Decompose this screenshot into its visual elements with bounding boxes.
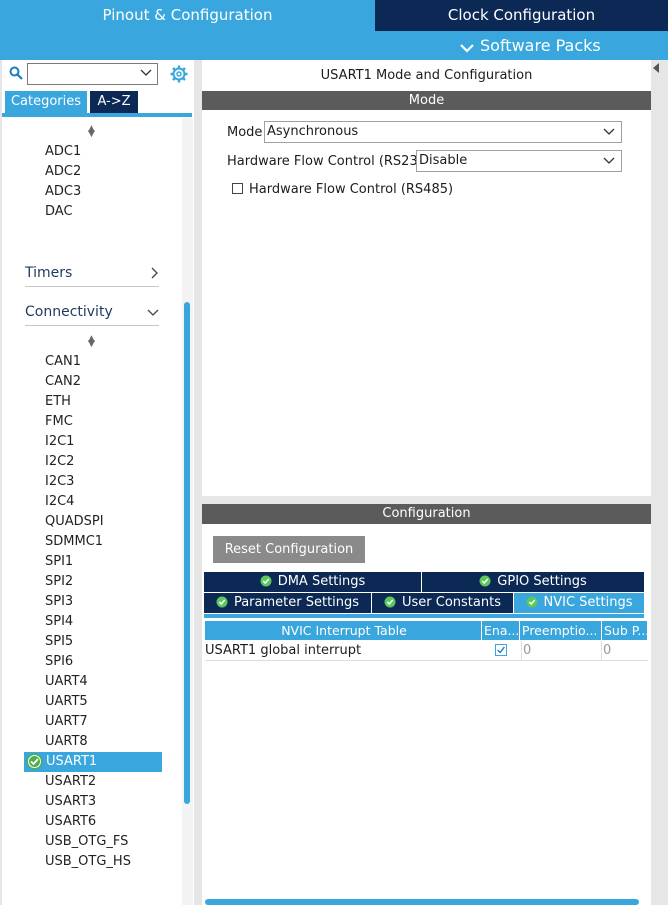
list-item-spi6[interactable]: SPI6 <box>45 652 73 672</box>
hfc-rs232-value: Disable <box>419 153 468 168</box>
list-item-usart1-label: USART1 <box>46 754 98 769</box>
mode-label: Mode <box>227 125 263 140</box>
chevron-down-icon <box>460 44 474 53</box>
software-packs-label: Software Packs <box>480 36 601 55</box>
tab-pinout-configuration[interactable]: Pinout & Configuration <box>0 0 375 31</box>
list-item-can1[interactable]: CAN1 <box>45 352 81 372</box>
list-item-i2c2[interactable]: I2C2 <box>45 452 74 472</box>
list-item-spi5[interactable]: SPI5 <box>45 632 73 652</box>
tab-parameter-settings[interactable]: Parameter Settings <box>204 593 371 613</box>
tab-a-z[interactable]: A->Z <box>90 91 138 113</box>
tab-underline <box>2 113 192 117</box>
check-circle-icon <box>384 596 396 608</box>
list-item-sdmmc1[interactable]: SDMMC1 <box>45 532 103 552</box>
preemption-priority-cell[interactable]: 0 <box>521 641 602 661</box>
list-item-usb-otg-fs[interactable]: USB_OTG_FS <box>45 832 128 852</box>
mode-header: Mode <box>202 91 651 110</box>
tab-parameter-label: Parameter Settings <box>233 595 360 610</box>
list-item-adc2[interactable]: ADC2 <box>45 162 81 182</box>
list-item-spi1[interactable]: SPI1 <box>45 552 73 572</box>
category-timers-label: Timers <box>25 265 73 281</box>
list-item-usart2[interactable]: USART2 <box>45 772 96 792</box>
list-item-dac[interactable]: DAC <box>45 202 73 222</box>
tab-dma-label: DMA Settings <box>277 574 366 589</box>
tab-nvic-settings[interactable]: NVIC Settings <box>514 593 644 613</box>
tab-dma-settings[interactable]: DMA Settings <box>204 572 421 592</box>
list-item-i2c1[interactable]: I2C1 <box>45 432 74 452</box>
list-item-spi3[interactable]: SPI3 <box>45 592 73 612</box>
list-item-uart8[interactable]: UART8 <box>45 732 88 752</box>
hfc-rs232-label: Hardware Flow Control (RS232) <box>227 154 432 169</box>
mode-select[interactable]: Asynchronous <box>264 121 622 143</box>
horizontal-scrollbar[interactable] <box>205 899 639 905</box>
configuration-panel <box>202 504 651 905</box>
tab-gpio-settings[interactable]: GPIO Settings <box>422 572 644 592</box>
list-item-i2c4[interactable]: I2C4 <box>45 492 74 512</box>
check-circle-icon <box>26 753 43 770</box>
chevron-down-icon <box>140 69 152 76</box>
gear-icon[interactable] <box>170 65 188 83</box>
list-item-spi2[interactable]: SPI2 <box>45 572 73 592</box>
right-panel-edge <box>651 60 668 905</box>
category-connectivity-label: Connectivity <box>25 304 113 320</box>
list-item-uart5[interactable]: UART5 <box>45 692 88 712</box>
chevron-down-icon <box>603 128 615 135</box>
list-item-adc1[interactable]: ADC1 <box>45 142 81 162</box>
sort-icon[interactable]: ▲ ▼ <box>88 335 95 349</box>
list-item-uart7[interactable]: UART7 <box>45 712 88 732</box>
table-header-enabled[interactable]: Ena... <box>482 621 520 640</box>
list-item-usb-otg-hs[interactable]: USB_OTG_HS <box>45 852 131 872</box>
list-item-i2c3[interactable]: I2C3 <box>45 472 74 492</box>
search-input[interactable] <box>27 63 158 85</box>
left-scrollbar-thumb[interactable] <box>184 302 190 804</box>
tab-nvic-label: NVIC Settings <box>543 595 633 610</box>
tab-user-constants[interactable]: User Constants <box>372 593 513 613</box>
table-header-sub-priority[interactable]: Sub P... <box>602 621 648 640</box>
tab-categories[interactable]: Categories <box>5 91 87 113</box>
reset-configuration-button[interactable]: Reset Configuration <box>213 536 365 563</box>
list-item-spi4[interactable]: SPI4 <box>45 612 73 632</box>
config-tab-underline <box>204 614 644 618</box>
category-connectivity[interactable]: Connectivity <box>25 301 159 326</box>
list-item-uart4[interactable]: UART4 <box>45 672 88 692</box>
enabled-checkbox[interactable] <box>495 644 507 656</box>
hfc-rs232-select[interactable]: Disable <box>416 150 622 172</box>
table-header-preemption[interactable]: Preemptio... <box>520 621 602 640</box>
list-item-can2[interactable]: CAN2 <box>45 372 81 392</box>
search-icon <box>9 66 23 80</box>
tab-gpio-label: GPIO Settings <box>497 574 587 589</box>
chevron-down-icon <box>603 157 615 164</box>
list-item-usart6[interactable]: USART6 <box>45 812 96 832</box>
list-item-quadspi[interactable]: QUADSPI <box>45 512 104 532</box>
list-item-fmc[interactable]: FMC <box>45 412 73 432</box>
sort-icon[interactable]: ▲ ▼ <box>88 125 95 139</box>
list-item-usart3[interactable]: USART3 <box>45 792 96 812</box>
interrupt-name-cell: USART1 global interrupt <box>205 643 362 658</box>
check-circle-icon <box>260 575 272 587</box>
category-timers[interactable]: Timers <box>25 262 159 287</box>
mode-config-title: USART1 Mode and Configuration <box>320 68 533 83</box>
hfc-rs485-checkbox[interactable] <box>232 183 243 194</box>
tab-clock-configuration[interactable]: Clock Configuration <box>375 0 668 31</box>
mode-select-value: Asynchronous <box>267 124 359 139</box>
list-item-adc3[interactable]: ADC3 <box>45 182 81 202</box>
check-circle-icon <box>216 596 228 608</box>
table-header-interrupt[interactable]: NVIC Interrupt Table <box>205 621 482 640</box>
chevron-right-icon <box>151 267 158 279</box>
chevron-down-icon <box>147 309 159 316</box>
list-item-eth[interactable]: ETH <box>45 392 71 412</box>
hfc-rs485-label: Hardware Flow Control (RS485) <box>249 182 454 197</box>
software-packs-menu[interactable]: Software Packs <box>460 35 601 57</box>
left-panel <box>2 60 194 905</box>
sub-priority-cell[interactable]: 0 <box>601 641 648 661</box>
tab-user-constants-label: User Constants <box>402 595 501 610</box>
check-circle-icon <box>479 575 491 587</box>
configuration-header: Configuration <box>202 504 651 524</box>
collapse-arrow-icon[interactable] <box>651 62 661 74</box>
check-circle-icon <box>526 596 537 608</box>
